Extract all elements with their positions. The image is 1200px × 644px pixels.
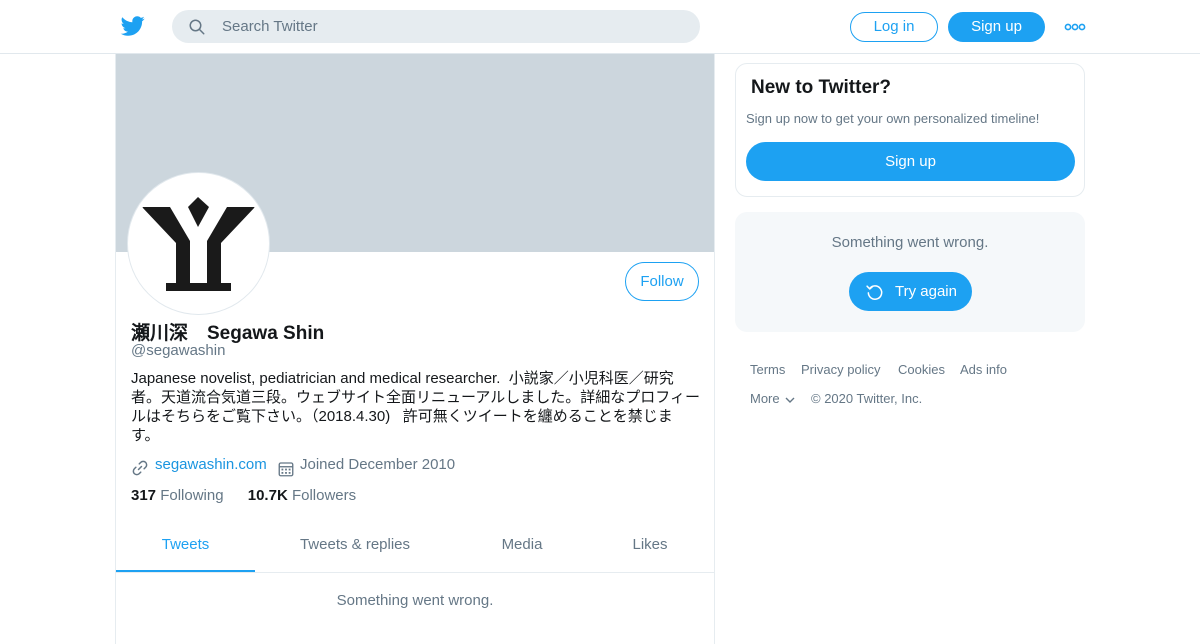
tab-media[interactable]: Media <box>486 522 558 572</box>
footer-link-terms[interactable]: Terms <box>750 362 785 377</box>
tab-tweets[interactable]: Tweets <box>116 522 255 572</box>
profile-stats: 317 Following 10.7K Followers <box>131 487 356 504</box>
twitter-bird-icon[interactable] <box>120 14 146 38</box>
profile-bio: Japanese novelist, pediatrician and medi… <box>131 370 700 444</box>
footer-more-menu[interactable]: More <box>750 391 795 406</box>
footer-link-cookies[interactable]: Cookies <box>898 362 945 377</box>
profile-joined-date: Joined December 2010 <box>300 456 456 473</box>
link-icon <box>132 460 148 476</box>
signup-button[interactable]: Sign up <box>948 12 1045 42</box>
signup-card-button[interactable]: Sign up <box>746 142 1075 181</box>
followers-stat[interactable]: 10.7K Followers <box>248 487 356 504</box>
login-button[interactable]: Log in <box>850 12 938 42</box>
search-input[interactable] <box>222 10 682 43</box>
following-count: 317 <box>131 487 157 504</box>
chevron-down-icon <box>785 397 795 403</box>
search-bar[interactable] <box>172 10 700 43</box>
more-dots-icon[interactable] <box>1064 20 1086 34</box>
profile-website-link[interactable]: segawashin.com <box>155 456 267 473</box>
search-icon <box>189 19 205 35</box>
calendar-icon <box>278 462 294 477</box>
try-again-label: Try again <box>895 283 957 300</box>
footer-more-label: More <box>750 391 780 406</box>
footer-copyright: © 2020 Twitter, Inc. <box>811 391 923 406</box>
followers-label: Followers <box>291 487 357 504</box>
following-label: Following <box>160 487 224 504</box>
profile-display-name: 瀬川深 Segawa Shin <box>131 323 325 344</box>
profile-tabs: Tweets Tweets & replies Media Likes <box>116 522 714 573</box>
tab-tweets-and-replies[interactable]: Tweets & replies <box>281 522 429 572</box>
sidebar-error-card: Something went wrong. Try again <box>735 212 1085 332</box>
signup-card-subtitle: Sign up now to get your own personalized… <box>746 111 1040 126</box>
tab-likes[interactable]: Likes <box>616 522 684 572</box>
avatar-logo-image <box>142 197 255 291</box>
sidebar-error-message: Something went wrong. <box>831 234 989 251</box>
profile-handle: @segawashin <box>131 342 226 359</box>
profile-column: Follow 瀬川深 Segawa Shin @segawashin Japan… <box>115 54 715 644</box>
timeline-error-message: Something went wrong. <box>336 592 494 609</box>
top-navigation-bar: Log in Sign up <box>0 0 1200 54</box>
sidebar-footer: Terms Privacy policy Cookies Ads info Mo… <box>750 362 1085 420</box>
footer-link-privacy-policy[interactable]: Privacy policy <box>801 362 880 377</box>
footer-link-ads-info[interactable]: Ads info <box>960 362 1007 377</box>
avatar[interactable] <box>128 173 269 314</box>
try-again-button[interactable]: Try again <box>849 272 972 311</box>
following-stat[interactable]: 317 Following <box>131 487 224 504</box>
signup-card: New to Twitter? Sign up now to get your … <box>735 63 1085 197</box>
followers-count: 10.7K <box>247 487 288 504</box>
signup-card-title: New to Twitter? <box>751 77 892 98</box>
follow-button[interactable]: Follow <box>625 262 699 301</box>
refresh-icon <box>866 285 883 300</box>
